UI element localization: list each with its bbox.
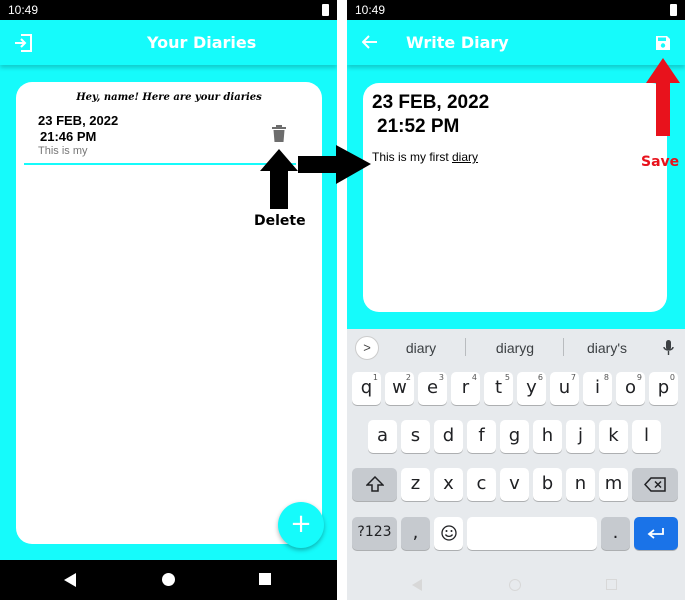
transition-arrow <box>298 145 371 184</box>
annotation-overlay <box>260 58 680 209</box>
save-annotation-label: Save <box>641 154 680 170</box>
save-arrow <box>646 58 680 136</box>
delete-arrow <box>260 149 298 209</box>
delete-annotation-label: Delete <box>254 213 306 229</box>
